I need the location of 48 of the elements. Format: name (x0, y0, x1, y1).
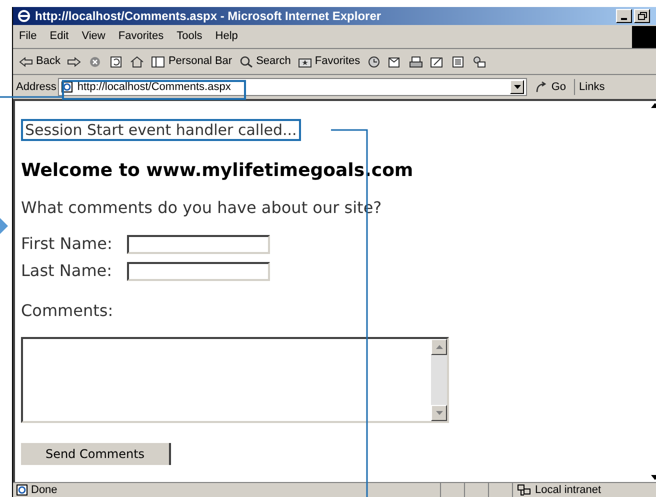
home-icon[interactable] (130, 56, 144, 68)
comments-label: Comments: (21, 300, 114, 322)
send-comments-button[interactable]: Send Comments (21, 443, 171, 465)
forward-arrow-icon[interactable] (67, 56, 82, 68)
menu-item[interactable]: View (82, 28, 106, 45)
go-arrow-icon (535, 81, 548, 93)
dropdown-button[interactable] (510, 80, 524, 94)
field-label: First Name: (21, 233, 114, 255)
stop-icon[interactable] (88, 56, 102, 68)
back-arrow-icon (19, 56, 33, 68)
menu-item[interactable]: Edit (50, 28, 69, 45)
edit-icon[interactable] (430, 56, 444, 68)
toolbar-button[interactable]: Back (19, 53, 60, 70)
caret-icon (514, 85, 521, 89)
restore-button[interactable] (634, 9, 650, 23)
minimize-button[interactable] (616, 9, 632, 23)
people-icon[interactable] (472, 56, 486, 68)
refresh-icon[interactable] (109, 56, 124, 68)
leader-line (0, 96, 62, 98)
links-button[interactable]: Links (574, 78, 605, 96)
go-button[interactable]: Go (529, 78, 572, 96)
printer-icon[interactable] (409, 56, 424, 68)
toolbar-button[interactable]: Search (239, 53, 291, 70)
pointer-arrow (0, 218, 8, 234)
toolbar-button[interactable]: Personal Bar (151, 53, 232, 70)
text-field[interactable] (127, 234, 270, 254)
minimize-icon (621, 18, 627, 20)
session-message: Session Start event handler called... (21, 119, 301, 141)
window-title: http://localhost/Comments.aspx - Microsoft Internet Explorer (35, 8, 382, 25)
text-field[interactable] (127, 262, 270, 280)
menu-item[interactable]: File (19, 28, 37, 45)
toolbar-button[interactable]: Favorites (298, 53, 360, 70)
search-icon (239, 56, 254, 68)
menu-item[interactable]: Tools (176, 28, 202, 45)
menu-item[interactable]: Help (215, 28, 238, 45)
mail-icon[interactable] (388, 56, 402, 68)
status-text: Done (31, 482, 58, 497)
restore-icon (638, 12, 646, 20)
comments-textarea[interactable] (21, 337, 449, 423)
document-icon[interactable] (451, 56, 466, 68)
panel-icon (151, 56, 166, 68)
browser-icon (17, 9, 31, 23)
clock-icon[interactable] (367, 56, 382, 68)
address-field[interactable]: http://localhost/Comments.aspx (58, 78, 528, 96)
address-label: Address (16, 80, 56, 95)
zone-text: Local intranet (535, 482, 602, 497)
menu-item[interactable]: Favorites (118, 28, 164, 45)
field-label: Last Name: (21, 260, 114, 282)
